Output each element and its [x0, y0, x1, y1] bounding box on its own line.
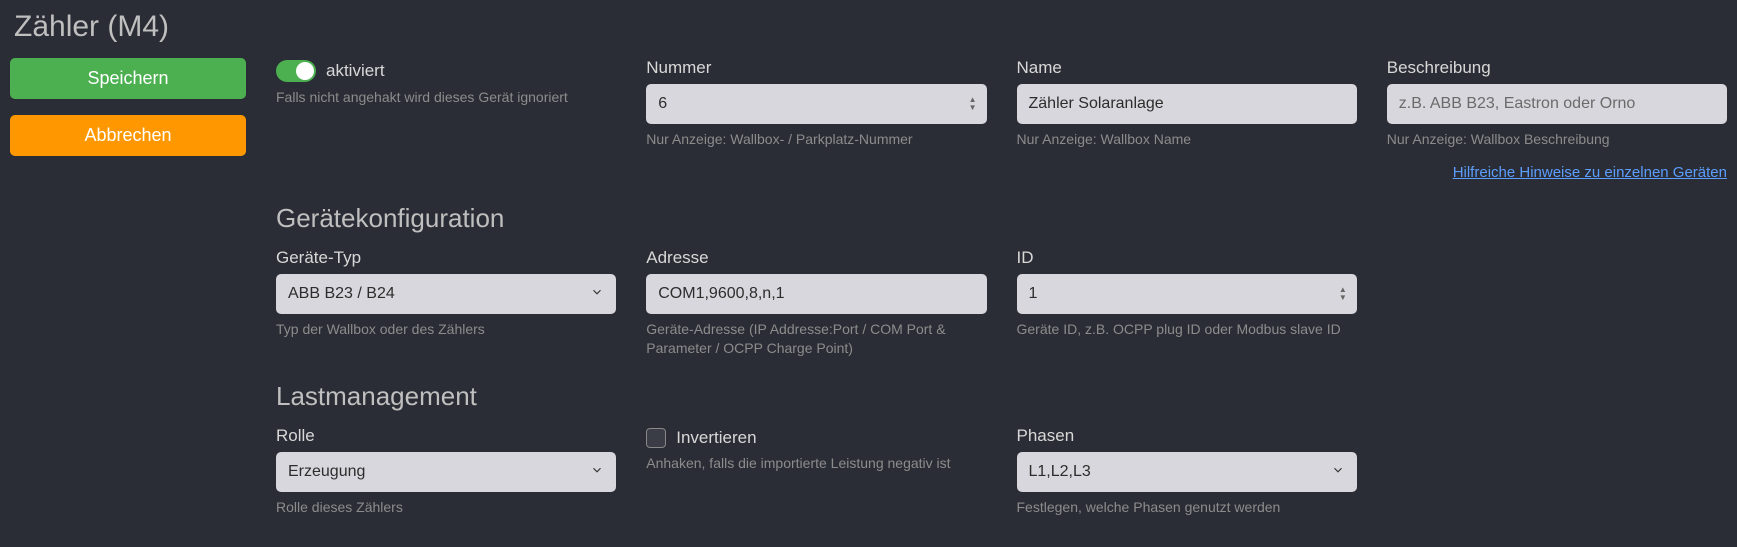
invert-label: Invertieren [676, 428, 756, 448]
section-load-management: Lastmanagement [276, 381, 1727, 412]
phases-help: Festlegen, welche Phasen genutzt werden [1017, 498, 1357, 518]
device-type-label: Geräte-Typ [276, 248, 616, 268]
name-label: Name [1017, 58, 1357, 78]
device-hints-link[interactable]: Hilfreiche Hinweise zu einzelnen Geräten [1453, 164, 1727, 181]
description-label: Beschreibung [1387, 58, 1727, 78]
role-help: Rolle dieses Zählers [276, 498, 616, 518]
page-title: Zähler (M4) [14, 10, 1727, 44]
invert-checkbox[interactable] [646, 428, 666, 448]
role-select[interactable] [276, 452, 616, 492]
phases-select[interactable] [1017, 452, 1357, 492]
page-title-main: Zähler [14, 10, 99, 43]
address-label: Adresse [646, 248, 986, 268]
device-type-help: Typ der Wallbox oder des Zählers [276, 320, 616, 340]
number-help: Nur Anzeige: Wallbox- / Parkplatz-Nummer [646, 130, 986, 150]
id-help: Geräte ID, z.B. OCPP plug ID oder Modbus… [1017, 320, 1357, 340]
activated-toggle[interactable] [276, 60, 316, 82]
role-label: Rolle [276, 426, 616, 446]
page-title-sub: (M4) [107, 10, 169, 43]
id-input[interactable] [1017, 274, 1357, 314]
name-input[interactable] [1017, 84, 1357, 124]
number-input[interactable] [646, 84, 986, 124]
id-label: ID [1017, 248, 1357, 268]
phases-label: Phasen [1017, 426, 1357, 446]
description-help: Nur Anzeige: Wallbox Beschreibung [1387, 130, 1727, 150]
name-help: Nur Anzeige: Wallbox Name [1017, 130, 1357, 150]
activated-label: aktiviert [326, 61, 385, 81]
address-help: Geräte-Adresse (IP Addresse:Port / COM P… [646, 320, 986, 359]
section-device-config: Gerätekonfiguration [276, 203, 1727, 234]
device-type-select[interactable] [276, 274, 616, 314]
address-input[interactable] [646, 274, 986, 314]
activated-help: Falls nicht angehakt wird dieses Gerät i… [276, 88, 616, 108]
invert-help: Anhaken, falls die importierte Leistung … [646, 454, 986, 474]
cancel-button[interactable]: Abbrechen [10, 115, 246, 156]
description-input[interactable] [1387, 84, 1727, 124]
number-label: Nummer [646, 58, 986, 78]
save-button[interactable]: Speichern [10, 58, 246, 99]
